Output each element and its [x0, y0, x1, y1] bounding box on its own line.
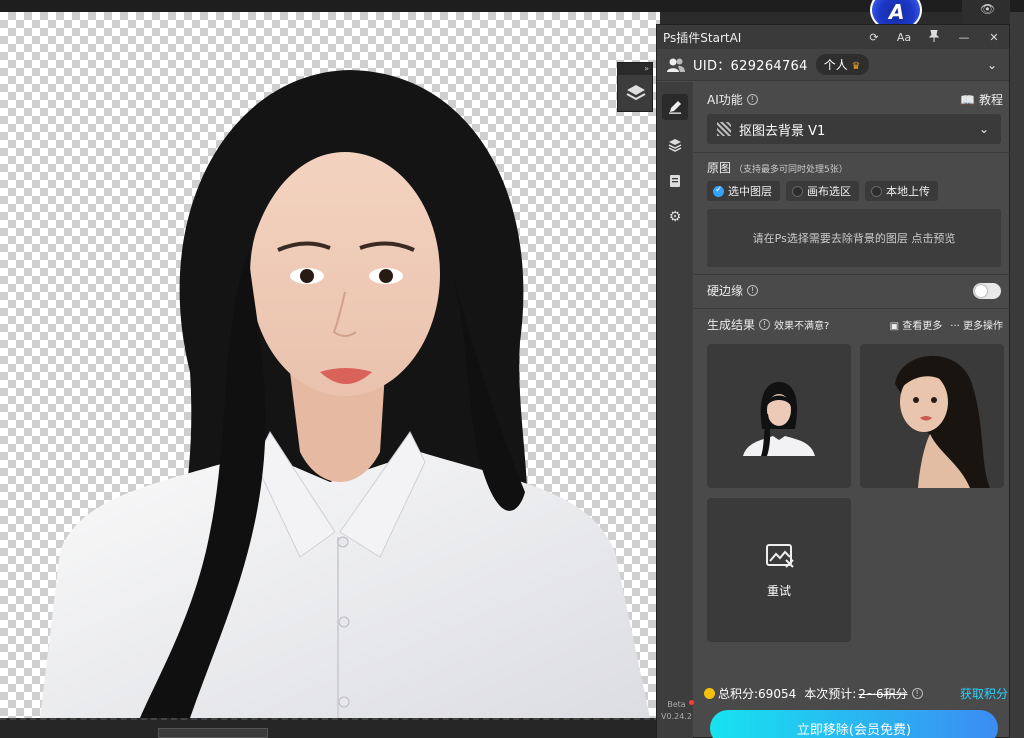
- option-canvas-selection[interactable]: 画布选区: [786, 181, 859, 201]
- points-row: 总积分:69054 本次预计: 2~6积分 ! 获取积分: [704, 685, 1008, 702]
- startai-plugin-panel: Ps插件StartAI ⟳ Aa — ✕ UID：629264764 个人 ♛ …: [656, 24, 1010, 738]
- retry-label: 重试: [766, 584, 791, 598]
- close-icon[interactable]: ✕: [979, 31, 1009, 44]
- image-error-icon: [766, 544, 794, 568]
- info-icon[interactable]: !: [911, 688, 923, 699]
- radio-icon: [792, 185, 803, 197]
- option-selected-layer[interactable]: 选中图层: [707, 181, 780, 201]
- ellipsis-icon: ···: [950, 321, 960, 332]
- divider: [694, 274, 1010, 275]
- option-local-upload[interactable]: 本地上传: [865, 181, 938, 201]
- result-image-1: [743, 382, 815, 456]
- floating-layers-panel[interactable]: »: [617, 62, 653, 112]
- source-options: 选中图层 画布选区 本地上传: [707, 181, 938, 201]
- remove-now-button[interactable]: 立即移除(会员免费): [710, 710, 998, 738]
- layers-icon[interactable]: [626, 83, 646, 103]
- clipboard-icon: [670, 175, 680, 187]
- unsatisfied-link[interactable]: 效果不满意?: [774, 317, 829, 332]
- hard-edge-toggle[interactable]: [973, 282, 1001, 299]
- source-row: 原图 （支持最多可同时处理5张）: [707, 159, 848, 176]
- tutorial-link[interactable]: 📖 教程: [960, 91, 1003, 108]
- account-bar[interactable]: UID：629264764 个人 ♛ ⌄: [657, 49, 1009, 81]
- results-actions: ▣ 查看更多 ··· 更多操作: [890, 317, 1003, 332]
- right-edge-strip: [1010, 12, 1024, 738]
- uid-label: UID：629264764: [693, 59, 808, 74]
- minimize-icon[interactable]: —: [949, 31, 979, 44]
- beta-label: Beta: [667, 700, 686, 709]
- panel-title: Ps插件StartAI: [663, 30, 742, 45]
- pin-icon[interactable]: [919, 29, 949, 45]
- estimate-label: 本次预计:: [804, 687, 857, 701]
- preview-dropzone[interactable]: 请在Ps选择需要去除背景的图层 点击预览: [707, 209, 1001, 267]
- estimate-value: 2~6积分: [858, 687, 908, 701]
- more-actions-label: 更多操作: [963, 321, 1003, 332]
- option-label: 画布选区: [807, 185, 851, 198]
- divider: [694, 308, 1010, 309]
- portrait-cutout-image: [40, 70, 650, 718]
- result-thumbnail-2[interactable]: [860, 344, 1004, 488]
- eye-icon[interactable]: 👁: [980, 2, 995, 16]
- radio-checked-icon: [713, 185, 724, 197]
- visibility-strip[interactable]: 👁: [962, 0, 1010, 24]
- layers-tool-button[interactable]: [662, 132, 688, 158]
- option-label: 本地上传: [886, 185, 930, 198]
- gallery-icon: ▣: [889, 321, 900, 332]
- results-label: 生成结果: [707, 318, 756, 332]
- divider: [694, 152, 1010, 153]
- chevron-down-icon[interactable]: ⌄: [987, 58, 997, 72]
- collapse-arrows-icon[interactable]: »: [618, 63, 652, 75]
- feature-select-value: 抠图去背景 V1: [739, 123, 826, 139]
- tutorial-label: 教程: [978, 93, 1003, 107]
- ai-feature-label: AI功能: [707, 93, 743, 107]
- total-points: 总积分:69054: [718, 687, 797, 701]
- users-icon: [667, 58, 685, 72]
- info-icon[interactable]: !: [759, 319, 771, 330]
- result-thumbnail-1[interactable]: [707, 344, 851, 488]
- document-tool-button[interactable]: [662, 168, 688, 194]
- edit-tool-button[interactable]: [662, 94, 688, 120]
- refresh-icon[interactable]: ⟳: [859, 31, 889, 44]
- feature-select[interactable]: 抠图去背景 V1 ⌄: [707, 114, 1001, 144]
- hatch-icon: [717, 122, 731, 136]
- source-hint: （支持最多可同时处理5张）: [734, 165, 848, 175]
- version-info: Beta V0.24.2: [661, 699, 694, 723]
- panel-content: AI功能 ! 📖 教程 抠图去背景 V1 ⌄ 原图 （支持最多可同时处理5张） …: [694, 82, 1010, 738]
- font-size-icon[interactable]: Aa: [889, 31, 919, 44]
- coin-icon: [704, 688, 715, 699]
- pencil-icon: [669, 101, 681, 114]
- info-icon[interactable]: !: [747, 285, 759, 296]
- canvas-bottom-bar: [0, 718, 660, 738]
- view-more-link[interactable]: ▣ 查看更多: [890, 317, 943, 332]
- get-points-link[interactable]: 获取积分: [960, 685, 1008, 702]
- hard-edge-row: 硬边缘 !: [707, 282, 1001, 299]
- document-canvas[interactable]: [0, 12, 660, 718]
- result-image-2: [895, 355, 990, 488]
- startai-logo-mark: A: [889, 0, 905, 24]
- crown-icon: ♛: [851, 61, 861, 72]
- source-label: 原图: [707, 161, 732, 175]
- hard-edge-label: 硬边缘: [707, 284, 744, 298]
- plan-badge: 个人 ♛: [815, 54, 869, 75]
- book-icon: 📖: [960, 93, 976, 107]
- stack-icon: [668, 139, 682, 152]
- radio-icon: [871, 185, 882, 197]
- view-more-label: 查看更多: [902, 321, 943, 332]
- version-label: V0.24.2: [661, 712, 692, 721]
- chevron-down-icon: ⌄: [978, 122, 989, 136]
- canvas-scroll-tab[interactable]: [158, 728, 268, 738]
- info-icon[interactable]: !: [746, 94, 758, 105]
- panel-sidebar: ⚙ Beta V0.24.2: [657, 82, 694, 738]
- toggle-knob: [975, 284, 987, 297]
- results-header: 生成结果 ! 效果不满意? ▣ 查看更多 ··· 更多操作: [707, 316, 1003, 333]
- ai-feature-row: AI功能 ! 📖 教程: [707, 91, 1003, 108]
- retry-card[interactable]: 重试: [707, 498, 851, 642]
- settings-button[interactable]: ⚙: [662, 204, 688, 230]
- option-label: 选中图层: [728, 185, 772, 198]
- gear-icon: ⚙: [668, 209, 682, 225]
- panel-titlebar: Ps插件StartAI ⟳ Aa — ✕: [657, 25, 1009, 49]
- more-actions-link[interactable]: ··· 更多操作: [950, 317, 1003, 332]
- plan-label: 个人: [823, 58, 848, 72]
